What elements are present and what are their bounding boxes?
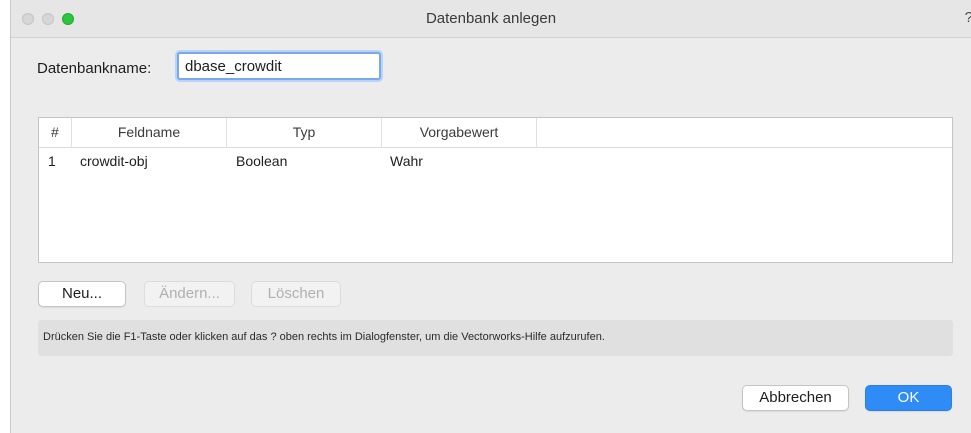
- table-header: # Feldname Typ Vorgabewert: [39, 118, 952, 148]
- window-title: Datenbank anlegen: [425, 10, 557, 27]
- column-header-number[interactable]: #: [39, 118, 72, 148]
- edit-field-button[interactable]: Ändern...: [144, 281, 235, 307]
- row-feldname: crowdit-obj: [80, 153, 148, 169]
- new-field-button[interactable]: Neu...: [38, 281, 126, 307]
- delete-field-button[interactable]: Löschen: [251, 281, 341, 307]
- cancel-button[interactable]: Abbrechen: [742, 385, 849, 411]
- dialog-window: Datenbank anlegen ? Datenbankname: # Fel…: [10, 0, 971, 433]
- row-number: 1: [48, 153, 56, 169]
- column-header-typ[interactable]: Typ: [227, 118, 382, 148]
- database-name-input[interactable]: [177, 52, 381, 80]
- column-header-feldname[interactable]: Feldname: [72, 118, 227, 148]
- row-vorgabewert: Wahr: [390, 153, 423, 169]
- ok-button[interactable]: OK: [865, 385, 952, 411]
- database-name-label: Datenbankname:: [37, 60, 152, 77]
- row-typ: Boolean: [236, 153, 288, 169]
- fields-table: # Feldname Typ Vorgabewert 1 crowdit-obj…: [38, 117, 953, 263]
- title-bar: Datenbank anlegen ?: [11, 0, 971, 38]
- table-row[interactable]: 1 crowdit-obj Boolean Wahr: [39, 149, 952, 173]
- help-icon[interactable]: ?: [965, 9, 971, 26]
- help-hint-text: Drücken Sie die F1-Taste oder klicken au…: [38, 320, 953, 356]
- column-header-vorgabewert[interactable]: Vorgabewert: [382, 118, 537, 148]
